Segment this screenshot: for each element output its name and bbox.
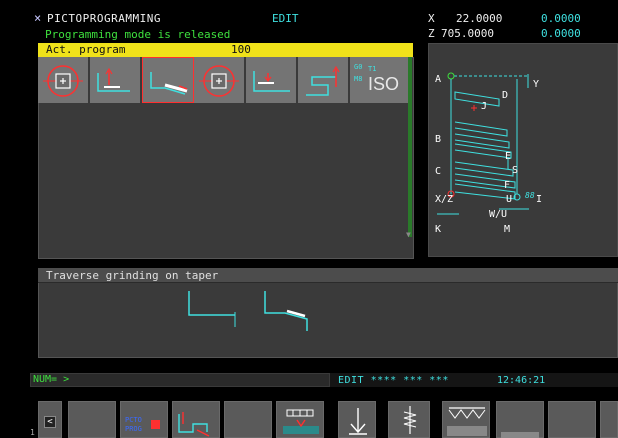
svg-text:88: 88 bbox=[525, 191, 535, 200]
program-scrollbar[interactable] bbox=[408, 57, 412, 237]
back-arrow-icon: < bbox=[44, 416, 56, 428]
edit-status-text: EDIT **** *** *** bbox=[338, 375, 449, 386]
multi-plunge-softkey[interactable] bbox=[442, 401, 490, 438]
close-icon[interactable]: × bbox=[34, 11, 41, 25]
tool-circle-target-icon[interactable] bbox=[38, 57, 90, 103]
label-i: I bbox=[536, 194, 543, 205]
x-axis-value: 22.0000 bbox=[456, 12, 503, 25]
num-input-field[interactable]: NUM= > bbox=[30, 373, 330, 387]
tool-step-profile-icon[interactable] bbox=[298, 57, 350, 103]
grinding-wheel-icon bbox=[283, 409, 319, 434]
cycle-preview-panel: 88 A D Y J B E S C F I U X/Z W/U K M bbox=[428, 43, 618, 257]
label-u: U bbox=[506, 194, 513, 205]
label-b: B bbox=[435, 134, 442, 145]
active-program-bar: Act. program 100 bbox=[38, 43, 413, 57]
programming-status-message: Programming mode is released bbox=[45, 28, 231, 41]
x-axis-label: X bbox=[428, 12, 435, 25]
mode-label: EDIT bbox=[272, 12, 299, 25]
down-arrow-icon bbox=[349, 408, 367, 435]
tool-shoulder-icon[interactable] bbox=[246, 57, 298, 103]
clock: 12:46:21 bbox=[497, 375, 546, 386]
softkey-empty-1[interactable] bbox=[68, 401, 116, 438]
pcto-prog-softkey[interactable]: PCTO PROG bbox=[120, 401, 168, 438]
tool-taper-grind-icon[interactable] bbox=[142, 57, 194, 103]
softkey-empty-2[interactable] bbox=[224, 401, 272, 438]
iso-g-code: G0 bbox=[354, 63, 363, 71]
spring-feed-icon bbox=[403, 406, 417, 434]
multi-plunge-icon bbox=[447, 407, 487, 436]
tool-plunge-step-icon[interactable] bbox=[90, 57, 142, 103]
label-c: C bbox=[435, 166, 442, 177]
active-program-number: 100 bbox=[231, 43, 251, 56]
contour-profile-icon bbox=[178, 412, 210, 437]
z-axis-value: 705.0000 bbox=[441, 27, 494, 40]
z-axis-offset: 0.0000 bbox=[541, 27, 581, 40]
wheel-softkey[interactable] bbox=[276, 401, 324, 438]
x-axis-offset: 0.0000 bbox=[541, 12, 581, 25]
tool-iso-icon[interactable]: G0 T1 M8 ISO bbox=[350, 57, 408, 103]
label-f: F bbox=[504, 180, 511, 191]
prog-label: PROG bbox=[125, 425, 142, 433]
label-e: E bbox=[505, 151, 512, 162]
label-y: Y bbox=[533, 79, 540, 90]
taper-grinding-diagram: 88 bbox=[437, 72, 535, 215]
softkey-empty-3[interactable] bbox=[496, 401, 544, 438]
z-axis-label: Z bbox=[428, 27, 435, 40]
picto-tool-row: G0 T1 M8 ISO bbox=[38, 57, 414, 103]
label-k: K bbox=[435, 224, 442, 235]
softkey-empty-5[interactable] bbox=[600, 401, 618, 438]
scroll-down-icon[interactable]: ▼ bbox=[406, 230, 411, 239]
softkey-underline bbox=[501, 432, 539, 438]
label-wu: W/U bbox=[489, 209, 508, 220]
iso-m-code: M8 bbox=[354, 75, 363, 83]
label-d: D bbox=[502, 90, 509, 101]
iso-t-code: T1 bbox=[368, 65, 377, 73]
pcto-label: PCTO bbox=[125, 416, 142, 424]
label-s: S bbox=[512, 165, 519, 176]
tool-circle-target-icon-2[interactable] bbox=[194, 57, 246, 103]
active-program-label: Act. program bbox=[46, 43, 126, 56]
record-square-icon bbox=[151, 420, 160, 429]
iso-label: ISO bbox=[368, 74, 400, 94]
label-m: M bbox=[504, 224, 511, 235]
contour-softkey[interactable] bbox=[172, 401, 220, 438]
infeed-softkey[interactable] bbox=[338, 401, 376, 438]
label-a: A bbox=[435, 74, 442, 85]
dress-softkey[interactable] bbox=[388, 401, 430, 438]
label-j: J bbox=[481, 101, 488, 112]
back-softkey[interactable]: < bbox=[38, 401, 62, 438]
softkey-empty-4[interactable] bbox=[548, 401, 596, 438]
softkey-page-number: 1 bbox=[30, 428, 35, 437]
app-title: PICTOPROGRAMMING bbox=[47, 12, 161, 25]
cycle-description-title: Traverse grinding on taper bbox=[46, 269, 219, 282]
label-xz: X/Z bbox=[435, 194, 454, 205]
